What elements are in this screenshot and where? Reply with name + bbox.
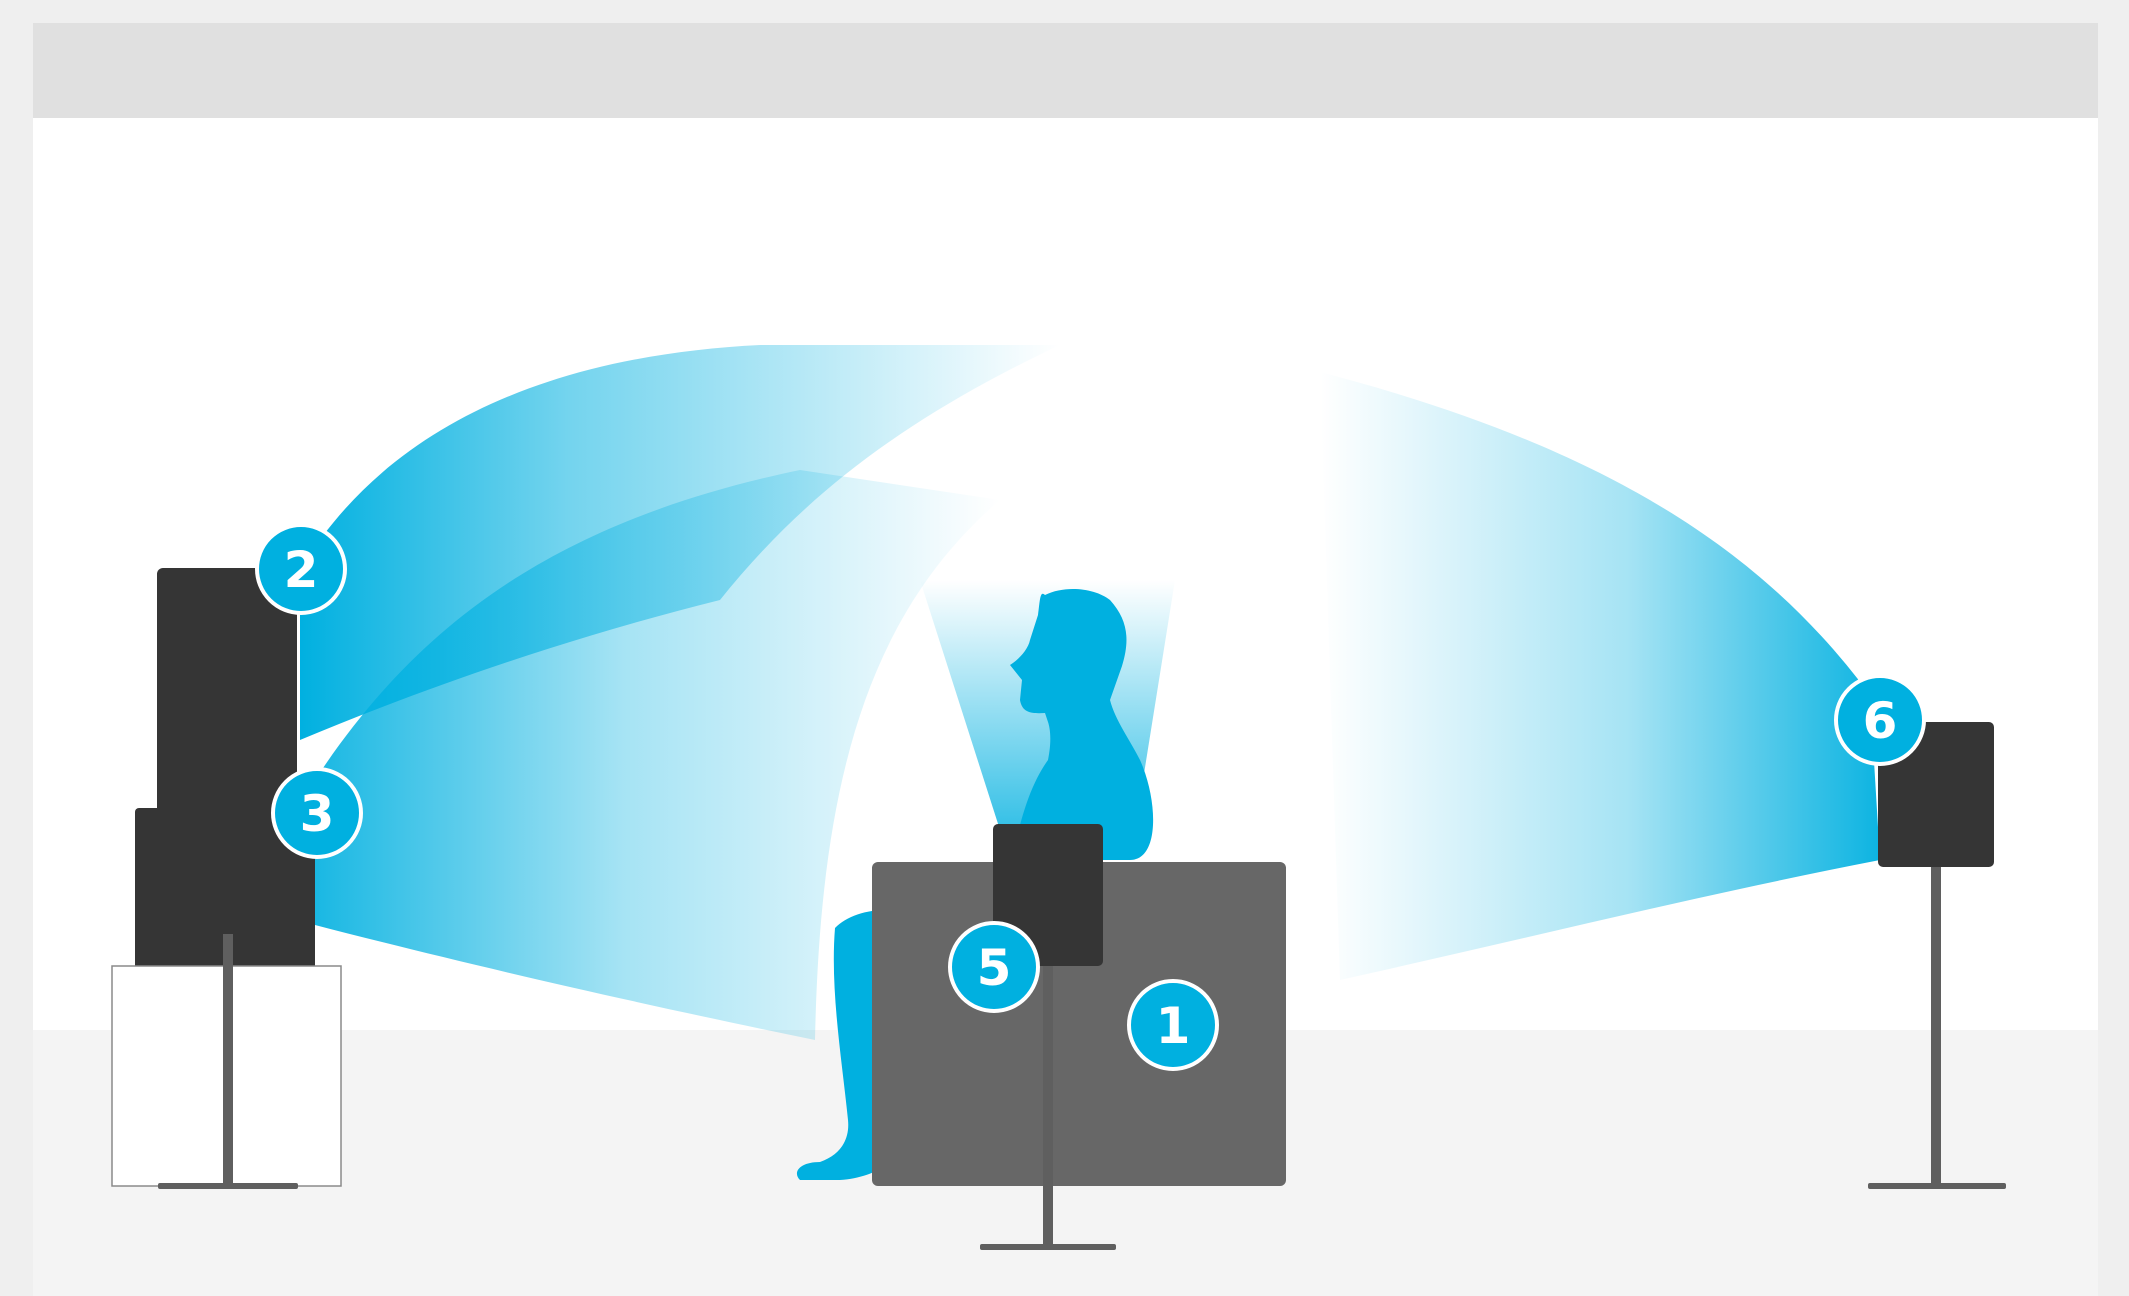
marker-3-label: 3 — [300, 785, 335, 843]
rear-speaker-stand-pole — [1931, 867, 1941, 1185]
marker-6-label: 6 — [1863, 692, 1898, 750]
side-speaker-stand-base — [980, 1244, 1116, 1250]
front-speaker-stand-pole — [223, 934, 233, 1184]
marker-5-label: 5 — [977, 939, 1012, 997]
marker-2: 2 — [255, 523, 347, 615]
marker-1-label: 1 — [1156, 997, 1191, 1055]
marker-3: 3 — [271, 767, 363, 859]
marker-6: 6 — [1834, 674, 1926, 766]
ceiling-band — [33, 23, 2098, 118]
marker-1: 1 — [1127, 979, 1219, 1071]
rear-speaker-stand-base — [1868, 1183, 2006, 1189]
marker-2-label: 2 — [284, 541, 319, 599]
side-speaker-stand-pole — [1043, 966, 1053, 1248]
speaker-placement-diagram: 1 2 3 5 6 — [0, 0, 2129, 1296]
marker-5: 5 — [948, 921, 1040, 1013]
front-speaker-stand-base — [158, 1183, 298, 1189]
